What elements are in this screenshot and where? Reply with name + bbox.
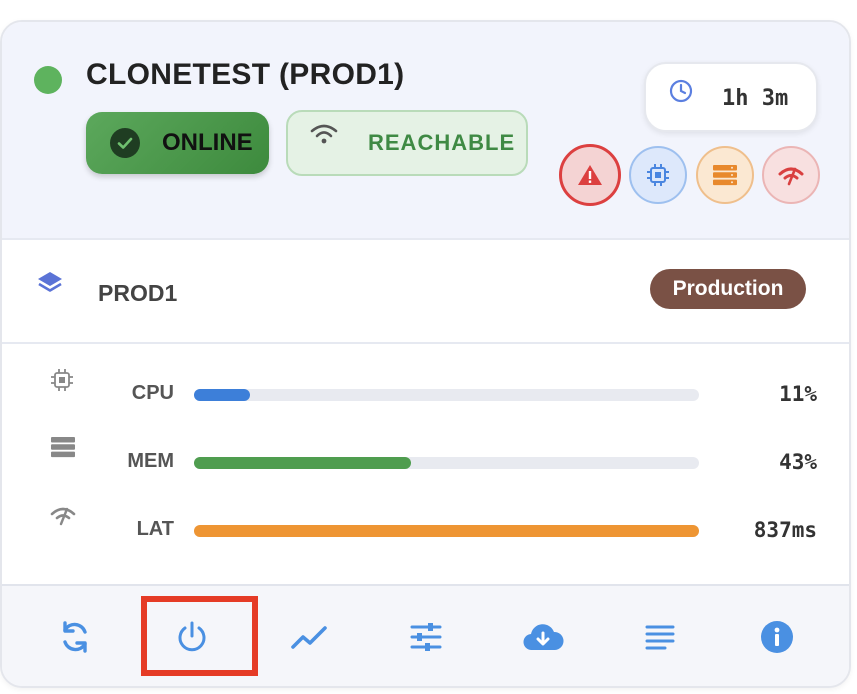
memory-icon (50, 436, 76, 463)
reachable-label: REACHABLE (368, 130, 516, 155)
metrics-chart-button[interactable] (274, 602, 344, 672)
metric-value: 837ms (753, 518, 817, 542)
refresh-icon (63, 621, 87, 653)
environment-row: PROD1 Production (2, 240, 849, 344)
metric-label: CPU (131, 382, 174, 404)
action-toolbar (2, 584, 849, 686)
environment-badge: Production (650, 269, 806, 309)
cpu-alert[interactable] (629, 146, 687, 204)
metric-lat: LAT 837ms (2, 507, 849, 556)
metric-value: 11% (779, 382, 817, 406)
card-header: CLONETEST (PROD1) ONLINE REACHABLE 1h 3m (2, 22, 849, 240)
metric-fill (194, 525, 699, 537)
metric-track (194, 525, 699, 537)
info-icon (761, 621, 793, 653)
power-button[interactable] (157, 602, 227, 672)
cpu-icon (647, 164, 669, 186)
memory-alert[interactable] (696, 146, 754, 204)
refresh-button[interactable] (40, 602, 110, 672)
cloud-download-icon (523, 624, 564, 651)
online-label: ONLINE (162, 129, 253, 156)
metric-track (194, 389, 699, 401)
environment-name: PROD1 (98, 280, 178, 306)
settings-button[interactable] (391, 602, 461, 672)
reachable-badge: REACHABLE (286, 110, 528, 176)
clock-icon (668, 78, 694, 109)
list-icon (645, 625, 675, 650)
metric-track (194, 457, 699, 469)
cpu-icon (50, 368, 74, 397)
power-icon (178, 621, 206, 652)
uptime-pill: 1h 3m (644, 62, 818, 132)
metric-label: LAT (136, 518, 174, 540)
metric-cpu: CPU 11% (2, 369, 849, 420)
metric-fill (194, 389, 250, 401)
download-button[interactable] (508, 602, 578, 672)
latency-alert[interactable] (762, 146, 820, 204)
server-card: CLONETEST (PROD1) ONLINE REACHABLE 1h 3m… (0, 20, 851, 688)
metric-fill (194, 457, 412, 469)
chart-line-icon (291, 626, 327, 649)
warning-alert[interactable] (559, 144, 621, 206)
info-button[interactable] (742, 602, 812, 672)
warning-icon (578, 165, 602, 185)
sliders-icon (410, 623, 442, 651)
latency-icon (778, 167, 804, 186)
online-badge: ONLINE (86, 112, 269, 174)
server-title: CLONETEST (PROD1) (86, 58, 405, 91)
status-indicator (34, 66, 62, 94)
metric-label: MEM (127, 450, 174, 472)
memory-icon (713, 165, 737, 186)
latency-icon (50, 504, 76, 531)
wifi-icon (310, 123, 338, 150)
metric-value: 43% (779, 450, 817, 474)
logs-button[interactable] (625, 602, 695, 672)
check-circle-icon (110, 128, 140, 158)
metric-mem: MEM 43% (2, 437, 849, 488)
layers-icon (36, 270, 64, 303)
uptime-value: 1h 3m (722, 86, 789, 111)
